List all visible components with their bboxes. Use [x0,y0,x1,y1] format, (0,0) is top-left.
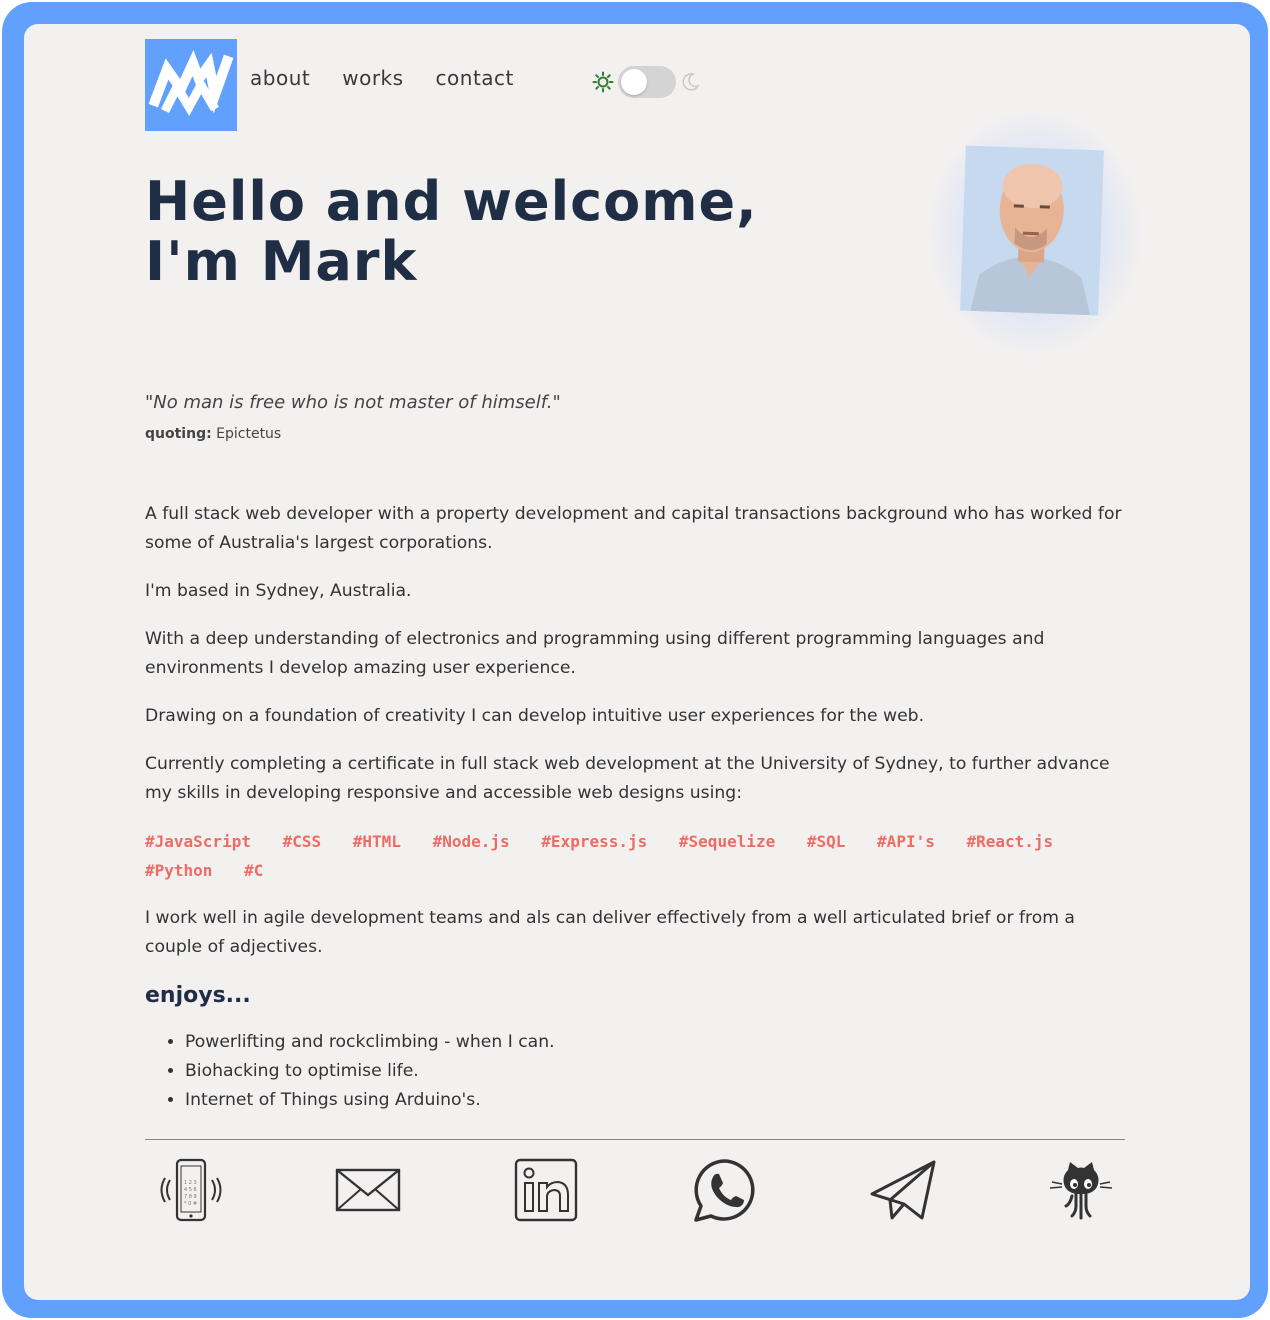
logo[interactable] [145,39,237,131]
list-item: Internet of Things using Arduino's. [185,1086,1125,1115]
skill-tag: #API's [877,832,935,851]
email-icon[interactable] [332,1155,404,1225]
about-paragraph: A full stack web developer with a proper… [145,504,1122,553]
skill-tag: #JavaScript [145,832,251,851]
skill-tag: #SQL [806,832,846,851]
quote-text: "No man is free who is not master of him… [145,392,561,413]
enjoys-heading: enjoys... [145,983,251,1008]
theme-switch [592,66,700,98]
skill-tag: #React.js [966,832,1054,851]
svg-text:* 0 #: * 0 # [184,1201,197,1207]
contact-icons: 1 2 34 5 67 8 9 * 0 # [145,1155,1125,1225]
about-paragraph: I'm based in Sydney, Australia. [145,581,412,601]
skill-tag: #Express.js [541,832,648,851]
list-item: Biohacking to optimise life. [185,1057,1125,1086]
skill-tag: #Python [145,861,213,880]
about-paragraph: Currently completing a certificate in fu… [145,754,1110,803]
skill-tag: #Sequelize [678,832,776,851]
linkedin-icon[interactable] [510,1155,582,1225]
list-item: Powerlifting and rockclimbing - when I c… [185,1028,1125,1057]
telegram-icon[interactable] [867,1155,939,1225]
mw-logo-icon [148,50,234,117]
quote-attribution: quoting: Epictetus [145,426,281,442]
toggle-knob [621,69,647,95]
skill-tag: #CSS [282,832,322,851]
profile-photo [960,145,1104,316]
github-icon[interactable] [1045,1155,1117,1225]
svg-text:7 8 9: 7 8 9 [184,1194,197,1200]
main-nav: about works contact [250,66,546,90]
sun-icon [592,71,614,93]
skill-tags: #JavaScript #CSS #HTML #Node.js #Express… [145,827,1125,885]
svg-text:1 2 3: 1 2 3 [184,1180,197,1186]
nav-works-link[interactable]: works [342,66,403,90]
about-paragraph: I work well in agile development teams a… [145,908,1075,957]
about-paragraph: With a deep understanding of electronics… [145,629,1045,678]
phone-icon[interactable]: 1 2 34 5 67 8 9 * 0 # [153,1155,225,1225]
skill-tag: #C [244,861,264,880]
person-portrait-icon [960,145,1104,316]
nav-contact-link[interactable]: contact [436,66,514,90]
moon-icon [682,73,700,91]
dark-mode-toggle[interactable] [618,66,676,98]
footer-divider [145,1139,1125,1140]
about-section: A full stack web developer with a proper… [145,500,1125,1115]
skill-tag: #Node.js [432,832,510,851]
quote-author: Epictetus [216,426,282,442]
page-title: Hello and welcome, I'm Mark [145,172,758,292]
hero-line-2: I'm Mark [145,230,418,293]
about-paragraph: Drawing on a foundation of creativity I … [145,706,925,726]
quote-prefix: quoting: [145,426,212,442]
svg-text:4 5 6: 4 5 6 [184,1187,197,1193]
nav-about-link[interactable]: about [250,66,310,90]
skill-tag: #HTML [352,832,401,851]
enjoys-list: Powerlifting and rockclimbing - when I c… [145,1028,1125,1115]
hero-line-1: Hello and welcome, [145,170,758,233]
whatsapp-icon[interactable] [689,1155,761,1225]
